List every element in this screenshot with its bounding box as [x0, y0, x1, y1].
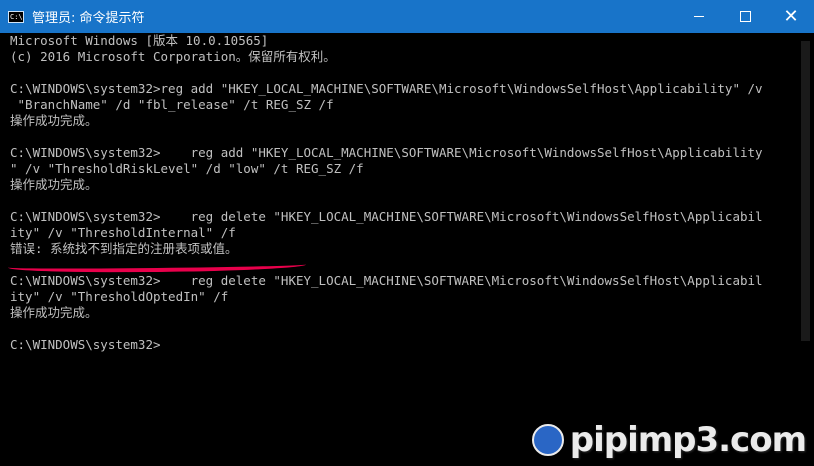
console-line: ity" /v "ThresholdOptedIn" /f	[10, 289, 229, 304]
console-output[interactable]: Microsoft Windows [版本 10.0.10565] (c) 201…	[10, 33, 806, 466]
window-controls: ✕	[676, 0, 814, 33]
console-line: C:\WINDOWS\system32> reg delete "HKEY_LO…	[10, 273, 763, 288]
console-line: 操作成功完成。	[10, 113, 98, 128]
minimize-button[interactable]	[676, 0, 722, 33]
watermark-text: pipimp3.com	[569, 420, 807, 460]
console-line: (c) 2016 Microsoft Corporation。保留所有权利。	[10, 49, 336, 64]
console-line: " /v "ThresholdRiskLevel" /d "low" /t RE…	[10, 161, 364, 176]
close-button[interactable]: ✕	[768, 0, 814, 33]
console-line: ity" /v "ThresholdInternal" /f	[10, 225, 236, 240]
command-prompt-window: C:\ 管理员: 命令提示符 ✕ Microsoft Windows [版本 1…	[0, 0, 814, 466]
close-icon: ✕	[783, 5, 799, 27]
watermark: pipimp3.com	[531, 420, 807, 460]
error-line: 错误: 系统找不到指定的注册表项或值。	[10, 241, 238, 256]
cmd-icon: C:\	[8, 10, 24, 23]
console-line: C:\WINDOWS\system32>reg add "HKEY_LOCAL_…	[10, 81, 763, 96]
watermark-logo-icon	[531, 424, 564, 456]
console-line: C:\WINDOWS\system32> reg add "HKEY_LOCAL…	[10, 145, 763, 160]
scrollbar-thumb[interactable]	[801, 41, 810, 341]
minimize-icon	[694, 16, 704, 17]
console-line: 操作成功完成。	[10, 177, 98, 192]
vertical-scrollbar[interactable]	[797, 33, 814, 466]
console-line: 操作成功完成。	[10, 305, 98, 320]
console-line: C:\WINDOWS\system32> reg delete "HKEY_LO…	[10, 209, 763, 224]
window-title: 管理员: 命令提示符	[32, 11, 145, 26]
maximize-icon	[739, 11, 751, 22]
console-line: Microsoft Windows [版本 10.0.10565]	[10, 33, 269, 48]
console-line: C:\WINDOWS\system32>	[10, 337, 161, 352]
title-bar[interactable]: C:\ 管理员: 命令提示符 ✕	[0, 0, 814, 33]
maximize-button[interactable]	[722, 0, 768, 33]
console-line: "BranchName" /d "fbl_release" /t REG_SZ …	[10, 97, 334, 112]
